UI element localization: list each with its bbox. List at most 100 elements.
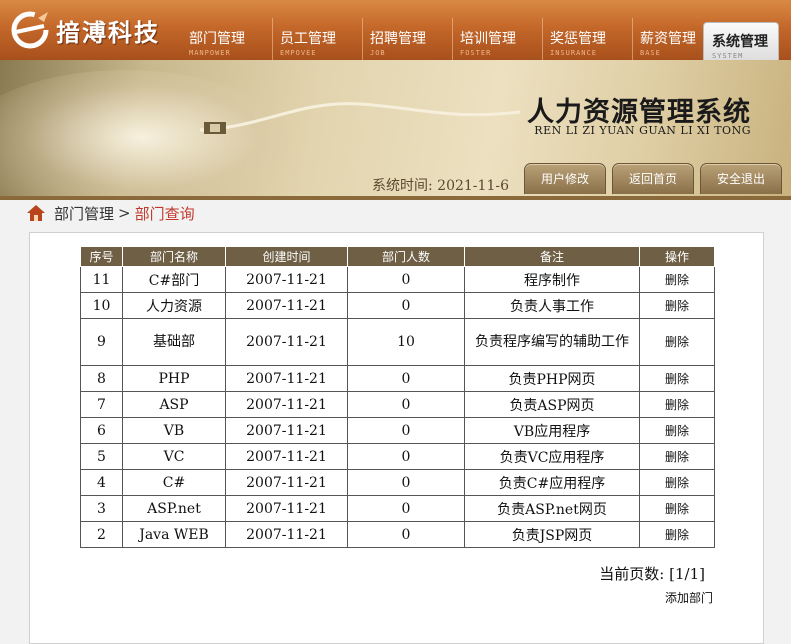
delete-link[interactable]: 删除 [639, 417, 715, 444]
cell-count: 0 [347, 521, 465, 548]
cell-created: 2007-11-21 [225, 391, 348, 418]
column-header-name: 部门名称 [122, 246, 226, 267]
logout-button[interactable]: 安全退出 [700, 163, 782, 194]
breadcrumb: 部门管理 > 部门查询 [26, 202, 195, 224]
add-department-link[interactable]: 添加部门 [665, 589, 713, 606]
delete-link[interactable]: 删除 [639, 318, 715, 366]
nav-tab-department[interactable]: 部门管理 MANPOWER [182, 18, 272, 60]
nav-tab-sublabel: SYSTEM [712, 52, 744, 60]
cell-name: Java WEB [122, 521, 226, 548]
breadcrumb-parent[interactable]: 部门管理 [54, 203, 114, 224]
home-icon [27, 205, 45, 221]
delete-link[interactable]: 删除 [639, 391, 715, 418]
table-row: 3 ASP.net 2007-11-21 0 负责ASP.net网页 删除 [80, 495, 715, 522]
delete-link[interactable]: 删除 [639, 469, 715, 496]
cell-name: ASP.net [122, 495, 226, 522]
nav-tab-employee[interactable]: 员工管理 EMPOVEE [272, 18, 362, 60]
cell-count: 0 [347, 391, 465, 418]
cell-remark: 负责程序编写的辅助工作 [464, 318, 640, 366]
cell-remark: 负责VC应用程序 [464, 443, 640, 470]
column-header-remark: 备注 [464, 246, 640, 267]
modify-user-button[interactable]: 用户修改 [524, 163, 606, 194]
cell-id: 4 [80, 469, 123, 496]
cell-remark: 负责C#应用程序 [464, 469, 640, 496]
delete-link[interactable]: 删除 [639, 495, 715, 522]
column-header-count: 部门人数 [347, 246, 465, 267]
nav-tab-label: 奖惩管理 [550, 31, 606, 47]
cell-created: 2007-11-21 [225, 266, 348, 293]
delete-link[interactable]: 删除 [639, 292, 715, 319]
cell-count: 0 [347, 417, 465, 444]
table-row: 8 PHP 2007-11-21 0 负责PHP网页 删除 [80, 365, 715, 392]
nav-tab-label: 培训管理 [460, 31, 516, 47]
cell-id: 6 [80, 417, 123, 444]
cell-count: 0 [347, 266, 465, 293]
nav-tab-label: 系统管理 [712, 34, 768, 50]
banner-divider [0, 196, 791, 200]
cell-name: VB [122, 417, 226, 444]
cell-name: PHP [122, 365, 226, 392]
cell-remark: 负责人事工作 [464, 292, 640, 319]
cell-remark: 程序制作 [464, 266, 640, 293]
system-subtitle: REN LI ZI YUAN GUAN LI XI TONG [534, 124, 751, 137]
nav-tab-training[interactable]: 培训管理 FOSTER [452, 18, 542, 60]
top-nav-bar: 揞溥科技 部门管理 MANPOWER 员工管理 EMPOVEE 招聘管理 JOB… [0, 0, 791, 61]
table-row: 4 C# 2007-11-21 0 负责C#应用程序 删除 [80, 469, 715, 496]
cell-created: 2007-11-21 [225, 469, 348, 496]
column-header-created: 创建时间 [225, 246, 348, 267]
cell-name: VC [122, 443, 226, 470]
cell-id: 5 [80, 443, 123, 470]
table-row: 11 C#部门 2007-11-21 0 程序制作 删除 [80, 266, 715, 293]
page-indicator: 当前页数: [1/1] [599, 563, 705, 584]
cell-name: C# [122, 469, 226, 496]
system-time-label: 系统时间: [372, 178, 433, 194]
cell-remark: 负责ASP网页 [464, 391, 640, 418]
delete-link[interactable]: 删除 [639, 443, 715, 470]
main-nav: 部门管理 MANPOWER 员工管理 EMPOVEE 招聘管理 JOB 培训管理… [182, 18, 722, 60]
cell-created: 2007-11-21 [225, 495, 348, 522]
nav-tab-sublabel: FOSTER [460, 49, 492, 57]
banner-button-row: 用户修改 返回首页 安全退出 [524, 163, 782, 194]
cell-name: 人力资源 [122, 292, 226, 319]
column-header-id: 序号 [80, 246, 123, 267]
cell-count: 0 [347, 292, 465, 319]
table-header-row: 序号 部门名称 创建时间 部门人数 备注 操作 [80, 246, 715, 267]
delete-link[interactable]: 删除 [639, 521, 715, 548]
cell-name: 基础部 [122, 318, 226, 366]
nav-tab-sublabel: MANPOWER [189, 49, 231, 57]
table-row: 10 人力资源 2007-11-21 0 负责人事工作 删除 [80, 292, 715, 319]
delete-link[interactable]: 删除 [639, 266, 715, 293]
header-banner: 人力资源管理系统 REN LI ZI YUAN GUAN LI XI TONG … [0, 60, 791, 200]
table-row: 7 ASP 2007-11-21 0 负责ASP网页 删除 [80, 391, 715, 418]
nav-tab-sublabel: INSURANCE [550, 49, 597, 57]
nav-tab-label: 员工管理 [280, 31, 336, 47]
department-table: 序号 部门名称 创建时间 部门人数 备注 操作 11 C#部门 2007-11-… [80, 246, 715, 548]
cell-created: 2007-11-21 [225, 443, 348, 470]
logo-text: 揞溥科技 [56, 18, 160, 47]
cell-created: 2007-11-21 [225, 417, 348, 444]
column-header-action: 操作 [639, 246, 715, 267]
page-indicator-label: 当前页数: [599, 565, 665, 583]
delete-link[interactable]: 删除 [639, 365, 715, 392]
nav-tab-sublabel: EMPOVEE [280, 49, 317, 57]
nav-tab-label: 招聘管理 [370, 31, 426, 47]
return-home-button[interactable]: 返回首页 [612, 163, 694, 194]
table-row: 5 VC 2007-11-21 0 负责VC应用程序 删除 [80, 443, 715, 470]
nav-tab-system[interactable]: 系统管理 SYSTEM [703, 22, 779, 60]
cell-created: 2007-11-21 [225, 292, 348, 319]
nav-tab-sublabel: JOB [370, 49, 386, 57]
cell-remark: 负责PHP网页 [464, 365, 640, 392]
cell-name: C#部门 [122, 266, 226, 293]
cell-created: 2007-11-21 [225, 365, 348, 392]
logo-e-icon [11, 11, 49, 49]
cell-count: 0 [347, 443, 465, 470]
cell-id: 8 [80, 365, 123, 392]
page-indicator-value: [1/1] [669, 565, 705, 583]
cell-count: 0 [347, 365, 465, 392]
nav-tab-recruitment[interactable]: 招聘管理 JOB [362, 18, 452, 60]
cell-created: 2007-11-21 [225, 318, 348, 366]
cell-remark: VB应用程序 [464, 417, 640, 444]
system-time: 系统时间: 2021-11-6 [372, 175, 509, 195]
cell-id: 9 [80, 318, 123, 366]
nav-tab-rewards[interactable]: 奖惩管理 INSURANCE [542, 18, 632, 60]
